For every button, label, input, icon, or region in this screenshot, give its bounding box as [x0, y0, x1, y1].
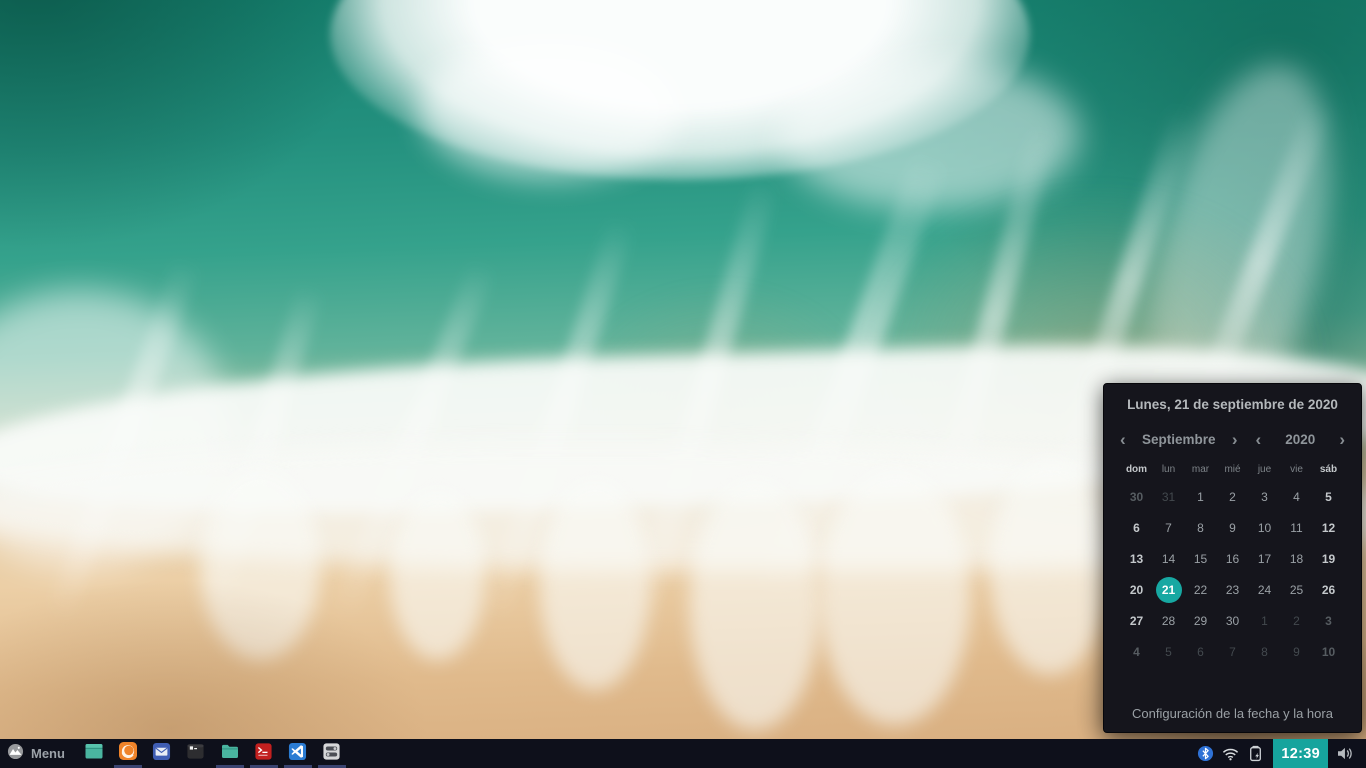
day-cell[interactable]: 27: [1121, 605, 1153, 636]
launcher-vscode[interactable]: [281, 739, 315, 768]
day-cell[interactable]: 4: [1281, 481, 1313, 512]
root-terminal-icon: [254, 742, 273, 766]
day-cell[interactable]: 30: [1121, 481, 1153, 512]
day-cell[interactable]: 5: [1153, 636, 1185, 667]
launcher-firefox[interactable]: [111, 739, 145, 768]
day-cell[interactable]: 17: [1249, 543, 1281, 574]
vscode-icon: [288, 742, 307, 766]
mail-icon: [152, 742, 171, 766]
day-cell[interactable]: 23: [1217, 574, 1249, 605]
clock[interactable]: 12:39: [1273, 739, 1328, 768]
weekday-header-row: domlunmarmiéjueviesáb: [1104, 464, 1361, 475]
day-cell[interactable]: 10: [1313, 636, 1345, 667]
day-cell[interactable]: 7: [1153, 512, 1185, 543]
launcher-bar: [77, 739, 349, 768]
day-cell[interactable]: 5: [1313, 481, 1345, 512]
day-cell[interactable]: 28: [1153, 605, 1185, 636]
day-cell[interactable]: 31: [1153, 481, 1185, 512]
distro-logo-icon: [7, 743, 24, 765]
day-cell[interactable]: 10: [1249, 512, 1281, 543]
day-cell[interactable]: 1: [1249, 605, 1281, 636]
terminal-icon: [186, 742, 205, 766]
launcher-mail[interactable]: [145, 739, 179, 768]
foam-finger: [820, 470, 970, 725]
day-cell[interactable]: 26: [1313, 574, 1345, 605]
day-cell[interactable]: 12: [1313, 512, 1345, 543]
launcher-terminal[interactable]: [179, 739, 213, 768]
day-cell[interactable]: 30: [1217, 605, 1249, 636]
calendar-grid: 3031123456789101112131415161718192021222…: [1104, 481, 1361, 667]
files-icon: [220, 741, 240, 766]
day-cell[interactable]: 8: [1249, 636, 1281, 667]
prev-year-button[interactable]: ‹: [1254, 433, 1264, 447]
month-selector: ‹ Septiembre ›: [1118, 432, 1240, 447]
network-icon[interactable]: [1218, 747, 1243, 761]
launcher-root-terminal[interactable]: [247, 739, 281, 768]
volume-icon[interactable]: [1333, 746, 1358, 761]
bottom-panel: Menu: [0, 739, 1366, 768]
day-cell-selected[interactable]: 21: [1153, 574, 1185, 605]
launcher-toggles-app[interactable]: [315, 739, 349, 768]
menu-label: Menu: [31, 746, 65, 761]
calendar-popup: Lunes, 21 de septiembre de 2020 ‹ Septie…: [1103, 383, 1362, 733]
month-label[interactable]: Septiembre: [1142, 432, 1216, 447]
foam-finger: [690, 480, 820, 730]
weekday-label: lun: [1153, 464, 1185, 475]
weekday-label: dom: [1121, 464, 1153, 475]
bluetooth-icon[interactable]: [1193, 745, 1218, 762]
year-selector: ‹ 2020 ›: [1254, 432, 1347, 447]
day-cell[interactable]: 9: [1217, 512, 1249, 543]
weekday-label: jue: [1249, 464, 1281, 475]
day-cell[interactable]: 4: [1121, 636, 1153, 667]
day-cell[interactable]: 3: [1313, 605, 1345, 636]
day-cell[interactable]: 24: [1249, 574, 1281, 605]
day-cell[interactable]: 18: [1281, 543, 1313, 574]
weekday-label: sáb: [1313, 464, 1345, 475]
day-cell[interactable]: 13: [1121, 543, 1153, 574]
weekday-label: mié: [1217, 464, 1249, 475]
menu-button[interactable]: Menu: [0, 739, 77, 768]
launcher-files[interactable]: [213, 739, 247, 768]
day-cell[interactable]: 20: [1121, 574, 1153, 605]
day-cell[interactable]: 6: [1121, 512, 1153, 543]
datetime-settings-link[interactable]: Configuración de la fecha y la hora: [1104, 706, 1361, 721]
next-month-button[interactable]: ›: [1230, 433, 1240, 447]
day-cell[interactable]: 11: [1281, 512, 1313, 543]
day-cell[interactable]: 14: [1153, 543, 1185, 574]
day-cell[interactable]: 29: [1185, 605, 1217, 636]
day-cell[interactable]: 25: [1281, 574, 1313, 605]
system-tray: 12:39: [1193, 739, 1366, 768]
day-cell[interactable]: 3: [1249, 481, 1281, 512]
launcher-show-desktop[interactable]: [77, 739, 111, 768]
day-cell[interactable]: 7: [1217, 636, 1249, 667]
year-label[interactable]: 2020: [1285, 432, 1315, 447]
day-cell[interactable]: 19: [1313, 543, 1345, 574]
weekday-label: vie: [1281, 464, 1313, 475]
day-cell[interactable]: 22: [1185, 574, 1217, 605]
day-cell[interactable]: 16: [1217, 543, 1249, 574]
desktop: Lunes, 21 de septiembre de 2020 ‹ Septie…: [0, 0, 1366, 768]
firefox-icon: [118, 741, 138, 766]
calendar-navigation: ‹ Septiembre › ‹ 2020 ›: [1118, 432, 1347, 447]
day-cell[interactable]: 2: [1217, 481, 1249, 512]
day-cell[interactable]: 8: [1185, 512, 1217, 543]
day-cell[interactable]: 9: [1281, 636, 1313, 667]
day-cell[interactable]: 6: [1185, 636, 1217, 667]
prev-month-button[interactable]: ‹: [1118, 433, 1128, 447]
toggles-app-icon: [322, 742, 341, 766]
battery-icon[interactable]: [1243, 745, 1268, 762]
day-cell[interactable]: 2: [1281, 605, 1313, 636]
show-desktop-icon: [84, 741, 104, 766]
wave-foam-lump: [420, 40, 680, 180]
foam-finger: [540, 480, 650, 690]
day-cell[interactable]: 15: [1185, 543, 1217, 574]
weekday-label: mar: [1185, 464, 1217, 475]
day-cell[interactable]: 1: [1185, 481, 1217, 512]
calendar-date-title: Lunes, 21 de septiembre de 2020: [1104, 397, 1361, 412]
next-year-button[interactable]: ›: [1337, 433, 1347, 447]
